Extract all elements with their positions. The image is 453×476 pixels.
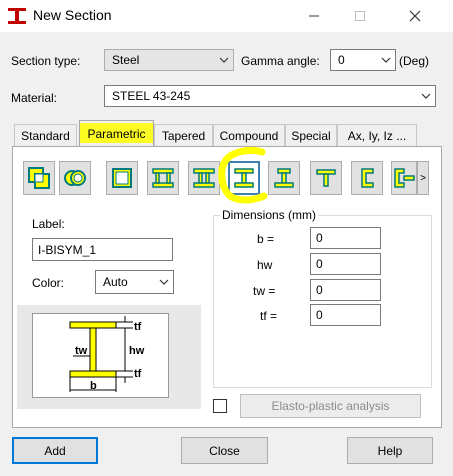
gamma-unit-label: (Deg) (399, 54, 430, 68)
tee-icon (316, 169, 336, 187)
chevron-down-icon (421, 93, 431, 99)
dim-tf-label: tf = (260, 309, 278, 323)
label-input[interactable]: I-BISYM_1 (32, 238, 173, 261)
dim-hw-label: hw (257, 258, 273, 272)
close-window-button[interactable] (392, 0, 438, 32)
color-label: Color: (32, 276, 65, 290)
app-logo-icon (8, 8, 26, 24)
shape-button-channel[interactable] (351, 161, 383, 195)
tab-special[interactable]: Special (285, 124, 337, 146)
add-button[interactable]: Add (12, 437, 98, 464)
i-section-drawing: tf hw tw tf b (69, 316, 145, 392)
dim-tw-label: tw = (253, 284, 276, 298)
chevron-down-icon (219, 57, 229, 63)
gamma-angle-label: Gamma angle: (241, 54, 320, 68)
double-channel-icon (394, 168, 415, 188)
tab-parametric[interactable]: Parametric (79, 120, 154, 147)
dim-tw-input[interactable]: 0 (310, 279, 381, 301)
close-button[interactable]: Close (181, 437, 268, 464)
double-box-icon (152, 168, 174, 188)
chevron-down-icon (381, 57, 391, 63)
material-value: STEEL 43-245 (112, 89, 191, 103)
shape-button-tee[interactable] (310, 161, 342, 195)
i-monosym-icon (274, 168, 294, 188)
label-field-label: Label: (32, 217, 65, 231)
close-icon (409, 10, 421, 22)
elasto-plastic-button[interactable]: Elasto-plastic analysis (240, 394, 421, 418)
tube-circle-icon (64, 170, 86, 186)
hw-label: hw (129, 345, 145, 357)
shape-button-double-box[interactable] (147, 161, 179, 195)
dim-tf-input[interactable]: 0 (310, 304, 381, 326)
b-label: b (90, 380, 97, 392)
shape-button-double-channel[interactable] (391, 161, 417, 195)
tf-bottom-label: tf (134, 368, 142, 380)
dimensions-title: Dimensions (mm) (220, 208, 319, 222)
tab-standard[interactable]: Standard (14, 124, 77, 146)
tab-ax-iy-iz[interactable]: Ax, Iy, Iz ... (337, 124, 417, 146)
shape-button-rect-box[interactable] (106, 161, 138, 195)
scroll-right-button[interactable]: > (417, 161, 429, 195)
material-label: Material: (11, 91, 58, 105)
tw-label: tw (75, 345, 88, 357)
shape-button-box-compound[interactable] (23, 161, 55, 195)
dim-hw-input[interactable]: 0 (310, 253, 381, 275)
minimize-button[interactable] (291, 0, 337, 32)
dim-b-input[interactable]: 0 (310, 227, 381, 249)
help-button[interactable]: Help (347, 437, 433, 464)
box-flanged-icon (193, 168, 215, 188)
minimize-icon (309, 15, 319, 17)
highlight-annotation (218, 146, 268, 204)
dim-b-label: b = (257, 232, 275, 246)
elasto-plastic-checkbox[interactable] (213, 399, 227, 413)
gamma-angle-select[interactable]: 0 (330, 49, 396, 71)
section-type-value: Steel (112, 53, 140, 67)
section-type-label: Section type: (11, 54, 81, 68)
window-title: New Section (33, 7, 112, 23)
box-compound-icon (28, 167, 50, 189)
section-diagram: tf hw tw tf b (32, 313, 169, 398)
tab-compound[interactable]: Compound (213, 124, 285, 146)
material-select[interactable]: STEEL 43-245 (104, 85, 436, 107)
section-type-select[interactable]: Steel (104, 49, 234, 71)
maximize-button[interactable] (337, 0, 383, 32)
rect-box-icon (112, 168, 132, 188)
tab-tapered[interactable]: Tapered (154, 124, 213, 146)
tf-top-label: tf (134, 321, 142, 333)
color-select[interactable]: Auto (95, 270, 174, 294)
channel-icon (361, 168, 374, 188)
color-value: Auto (103, 275, 128, 289)
maximize-icon (355, 11, 365, 21)
chevron-down-icon (159, 279, 169, 285)
shape-button-tube[interactable] (59, 161, 91, 195)
gamma-angle-value: 0 (338, 53, 345, 67)
